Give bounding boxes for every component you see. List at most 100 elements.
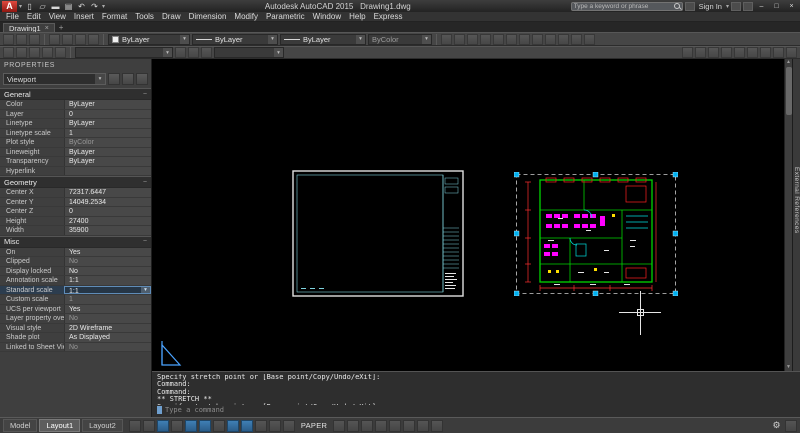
object-snap-icon[interactable]: [198, 419, 211, 432]
qat-plot-icon[interactable]: ▤: [63, 1, 74, 11]
chevron-down-icon[interactable]: ▾: [356, 34, 365, 44]
chevron-down-icon[interactable]: ▾: [163, 48, 172, 57]
layer-states-icon[interactable]: [16, 33, 27, 45]
property-row[interactable]: Center Z 0: [0, 207, 151, 217]
property-value[interactable]: 1: [64, 295, 151, 304]
property-row[interactable]: On Yes: [0, 247, 151, 257]
menu-item[interactable]: Format: [98, 12, 131, 22]
qat-new-icon[interactable]: ▯: [24, 1, 35, 11]
menu-item[interactable]: Insert: [70, 12, 98, 22]
customization-gear-icon[interactable]: ⚙: [770, 419, 783, 432]
scale-icon[interactable]: [532, 33, 543, 45]
property-row[interactable]: Display locked No: [0, 266, 151, 276]
viewport-lock-icon[interactable]: [333, 419, 346, 432]
a360-icon[interactable]: [684, 1, 695, 11]
search-icon[interactable]: [673, 3, 680, 9]
offset-icon[interactable]: [480, 33, 491, 45]
rotate-icon[interactable]: [519, 33, 530, 45]
property-value[interactable]: As Displayed: [64, 333, 151, 342]
object-snap-tracking-icon[interactable]: [212, 419, 225, 432]
layout-tab[interactable]: Layout2: [82, 419, 123, 432]
chevron-down-icon[interactable]: ▾: [274, 48, 283, 57]
paper-space-indicator[interactable]: PAPER: [297, 421, 331, 430]
scrollbar-thumb[interactable]: [785, 67, 792, 115]
erase-icon[interactable]: [584, 33, 595, 45]
search-input[interactable]: Type a keyword or phrase: [570, 1, 683, 11]
property-row[interactable]: Clipped No: [0, 257, 151, 267]
property-value[interactable]: No: [64, 266, 151, 275]
command-input[interactable]: Type a command: [157, 405, 796, 415]
chevron-down-icon[interactable]: ▾: [95, 74, 105, 84]
property-row[interactable]: UCS per viewport Yes: [0, 304, 151, 314]
copy-icon[interactable]: [454, 33, 465, 45]
viewport-scale-icon[interactable]: [347, 419, 360, 432]
collapse-icon[interactable]: −: [143, 91, 147, 98]
hatch-icon[interactable]: [747, 47, 758, 58]
array-icon[interactable]: [493, 33, 504, 45]
snap-mode-icon[interactable]: [142, 419, 155, 432]
section-header-geometry[interactable]: Geometry −: [0, 176, 151, 188]
dimension-icon[interactable]: [773, 47, 784, 58]
selection-cycling-icon[interactable]: [282, 419, 295, 432]
property-value[interactable]: 14049.2534: [64, 197, 151, 206]
layer-isolate-icon[interactable]: [29, 33, 40, 45]
save-icon[interactable]: [29, 47, 40, 58]
text-icon[interactable]: [760, 47, 771, 58]
app-menu-arrow-icon[interactable]: ▾: [19, 3, 22, 10]
property-row[interactable]: Width 35900: [0, 226, 151, 236]
menu-item[interactable]: Parametric: [262, 12, 309, 22]
minimize-button[interactable]: –: [755, 1, 768, 11]
menu-item[interactable]: File: [2, 12, 23, 22]
property-value[interactable]: No: [64, 257, 151, 266]
circle-icon[interactable]: [708, 47, 719, 58]
property-value[interactable]: ByLayer: [64, 157, 151, 166]
scroll-up-icon[interactable]: ▲: [786, 59, 791, 66]
rectangle-icon[interactable]: [734, 47, 745, 58]
drawing-area[interactable]: ▲ ▼ External References: [152, 59, 800, 371]
pan-icon[interactable]: [175, 47, 186, 58]
chevron-down-icon[interactable]: ▾: [422, 34, 431, 44]
sign-in-arrow-icon[interactable]: ▾: [726, 3, 729, 10]
dynamic-input-icon[interactable]: [240, 419, 253, 432]
property-value[interactable]: ByLayer: [64, 119, 151, 128]
property-value[interactable]: 72317.6447: [64, 188, 151, 197]
document-tab[interactable]: Drawing1 ×: [3, 23, 55, 33]
lineweight-dropdown[interactable]: ByLayer ▾: [280, 33, 366, 45]
plot-icon[interactable]: [42, 47, 53, 58]
color-dropdown[interactable]: ByLayer ▾: [108, 33, 190, 45]
property-value[interactable]: No: [64, 342, 151, 351]
layout-sheet-viewport[interactable]: [292, 170, 464, 297]
help-icon[interactable]: [743, 1, 753, 11]
annotation-visibility-icon[interactable]: [361, 419, 374, 432]
qat-save-icon[interactable]: ▬: [50, 1, 61, 11]
close-button[interactable]: ×: [785, 1, 798, 11]
zoom-window-icon[interactable]: [188, 47, 199, 58]
collapse-icon[interactable]: −: [143, 238, 147, 245]
annotation-monitor-icon[interactable]: [417, 419, 430, 432]
selected-floorplan-viewport[interactable]: [514, 172, 678, 296]
property-value[interactable]: 2D Wireframe: [64, 323, 151, 332]
plot-style-dropdown[interactable]: ByColor ▾: [368, 33, 432, 45]
quick-select-icon[interactable]: [136, 73, 148, 85]
layout-tab[interactable]: Model: [3, 419, 38, 432]
arc-icon[interactable]: [721, 47, 732, 58]
trim-icon[interactable]: [545, 33, 556, 45]
workspace-switching-icon[interactable]: [403, 419, 416, 432]
explode-icon[interactable]: [571, 33, 582, 45]
property-row[interactable]: Center X 72317.6447: [0, 188, 151, 198]
property-value[interactable]: 1:1: [64, 276, 151, 285]
property-row[interactable]: Linetype ByLayer: [0, 119, 151, 129]
property-row[interactable]: Annotation scale 1:1: [0, 276, 151, 286]
dim-style-dropdown[interactable]: ▾: [214, 47, 284, 58]
property-value[interactable]: 35900: [64, 226, 151, 235]
polar-tracking-icon[interactable]: [184, 419, 197, 432]
property-row[interactable]: Lineweight ByLayer: [0, 147, 151, 157]
property-value[interactable]: Yes: [64, 304, 151, 313]
polyline-icon[interactable]: [695, 47, 706, 58]
menu-item[interactable]: Modify: [230, 12, 262, 22]
qat-customize-arrow-icon[interactable]: ▾: [102, 3, 105, 10]
qat-undo-icon[interactable]: ↶: [76, 1, 87, 11]
layer-match-icon[interactable]: [88, 33, 99, 45]
property-row[interactable]: Transparency ByLayer: [0, 157, 151, 167]
property-value[interactable]: 1: [64, 128, 151, 137]
